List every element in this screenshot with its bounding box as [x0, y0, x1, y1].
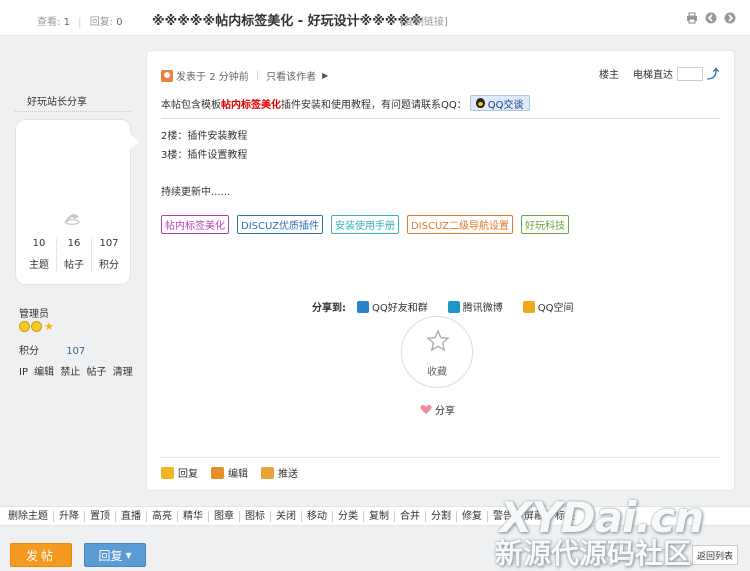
post-meta: 发表于 2 分钟前 | 只看该作者 ▶ [161, 68, 328, 83]
author-card: 10 主题 16 帖子 107 积分 [15, 119, 139, 285]
mod-classify[interactable]: 分类 [333, 510, 364, 522]
intro-highlight: 帖内标签美化 [221, 99, 281, 111]
floor-go-icon[interactable]: ⤴ [707, 65, 719, 82]
cleanup-link[interactable]: 清理 [113, 367, 133, 378]
edit-icon [211, 466, 224, 479]
watermark-text: 新源代源码社区 [495, 537, 692, 570]
thread-header: 查看: 1 | 回复: 0 ※※※※※帖内标签美化 - 好玩设计※※※※※ [复… [0, 0, 750, 36]
post-intro: 本帖包含模板 帖内标签美化 插件安装和使用教程，有问题请联系QQ： QQ交谈 [161, 95, 530, 111]
copy-link[interactable]: [复制链接] [400, 13, 448, 28]
next-thread-icon[interactable] [724, 12, 736, 24]
mod-delete-thread[interactable]: 删除主题 [8, 510, 54, 522]
back-to-list-button[interactable]: 返回列表 [692, 545, 738, 565]
floor-jump-label: 电梯直达 [632, 70, 673, 81]
mod-merge[interactable]: 合并 [395, 510, 426, 522]
reply-icon [161, 466, 174, 479]
user-icon [161, 69, 173, 82]
print-icon[interactable] [686, 12, 698, 24]
tag[interactable]: 安装使用手册 [330, 215, 399, 234]
edit-user-link[interactable]: 编辑 [34, 367, 54, 378]
qq-penguin-icon [475, 98, 485, 108]
tag[interactable]: DISCUZ优质插件 [237, 215, 323, 234]
post-card: 发表于 2 分钟前 | 只看该作者 ▶ 楼主 电梯直达 ⤴ 本帖包含模板 帖内标… [146, 50, 735, 491]
share-to: 分享到: QQ好友和群 腾讯微博 QQ空间 [312, 299, 594, 314]
mod-close[interactable]: 关闭 [271, 510, 302, 522]
qq-chat-button[interactable]: QQ交谈 [469, 95, 530, 111]
favorite-label: 收藏 [427, 367, 447, 378]
views-label: 查看: [37, 17, 61, 28]
share-tencent-weibo[interactable]: 腾讯微博 [447, 299, 503, 314]
floor-label: 楼主 [598, 70, 619, 81]
author-stat[interactable]: 10 主题 [22, 238, 57, 271]
tag[interactable]: DISCUZ二级导航设置 [406, 215, 513, 234]
post-actions: 回复 编辑 推送 [161, 465, 298, 480]
mod-icon[interactable]: 图标 [240, 510, 271, 522]
heart-icon [420, 404, 432, 414]
post-time: 2 分钟前 [209, 72, 249, 83]
edit-action[interactable]: 编辑 [211, 465, 248, 480]
smiley-medal-icon [19, 321, 30, 332]
user-posts-link[interactable]: 帖子 [87, 367, 107, 378]
mod-move[interactable]: 移动 [302, 510, 333, 522]
post-line: 3楼：插件设置教程 [161, 150, 248, 161]
post-body: 2楼：插件安装教程 3楼：插件设置教程 [161, 127, 247, 165]
author-column: 好玩站长分享 10 主题 16 帖子 107 积分 管理员 ★ 积分 107 I… [0, 36, 146, 496]
user-mod-links: IP 编辑 禁止 帖子 清理 [19, 363, 136, 378]
tag[interactable]: 帖内标签美化 [161, 215, 229, 234]
user-points: 积分 107 [19, 346, 86, 357]
caret-down-icon: ▾ [125, 548, 132, 562]
favorite-button[interactable]: 收藏 [401, 316, 473, 388]
push-action[interactable]: 推送 [261, 465, 298, 480]
smiley-medal-icon [31, 321, 42, 332]
author-stat[interactable]: 16 帖子 [57, 238, 92, 271]
avatar-placeholder-icon[interactable] [63, 211, 81, 228]
star-icon [426, 329, 450, 352]
share-qq-friends[interactable]: QQ好友和群 [357, 299, 428, 314]
author-name[interactable]: 好玩站长分享 [27, 93, 87, 108]
replies-count: 0 [116, 17, 123, 28]
play-arrow-icon: ▶ [322, 71, 329, 80]
share-button[interactable]: 分享 [420, 402, 455, 417]
thread-title: ※※※※※帖内标签美化 - 好玩设计※※※※※ [152, 14, 423, 29]
mod-bump[interactable]: 升降 [54, 510, 85, 522]
mod-digest[interactable]: 精华 [178, 510, 209, 522]
ban-user-link[interactable]: 禁止 [60, 367, 80, 378]
qzone-icon [522, 300, 535, 313]
floor-control: 楼主 电梯直达 ⤴ [599, 65, 719, 82]
tag[interactable]: 好玩科技 [520, 215, 569, 234]
mod-split[interactable]: 分割 [426, 510, 457, 522]
replies-label: 回复: [89, 17, 114, 28]
star-medal-icon: ★ [44, 320, 54, 333]
reply-action[interactable]: 回复 [161, 465, 198, 480]
mod-copy[interactable]: 复制 [364, 510, 395, 522]
post-continue: 持续更新中...... [161, 187, 231, 198]
only-author-link[interactable]: 只看该作者 [266, 68, 316, 83]
floor-number-input[interactable] [676, 66, 703, 81]
ip-link[interactable]: IP [19, 367, 28, 378]
user-role[interactable]: 管理员 [19, 305, 49, 320]
thread-stats: 查看: 1 | 回复: 0 [37, 17, 123, 28]
reply-button[interactable]: 回复 ▾ [84, 543, 146, 567]
mod-live[interactable]: 直播 [116, 510, 147, 522]
qq-icon [357, 300, 369, 313]
user-medals: ★ [19, 321, 54, 332]
views-count: 1 [63, 17, 70, 28]
mod-repair[interactable]: 修复 [457, 510, 488, 522]
author-counts: 10 主题 16 帖子 107 积分 [22, 238, 126, 271]
push-icon [261, 466, 274, 479]
mod-sticky[interactable]: 置顶 [85, 510, 116, 522]
prev-thread-icon[interactable] [705, 12, 717, 24]
post-line: 2楼：插件安装教程 [161, 131, 248, 142]
post-tags: 帖内标签美化 DISCUZ优质插件 安装使用手册 DISCUZ二级导航设置 好玩… [161, 215, 569, 234]
new-post-button[interactable]: 发帖 [10, 543, 72, 567]
share-qzone[interactable]: QQ空间 [522, 299, 574, 314]
mod-stamp[interactable]: 图章 [209, 510, 240, 522]
tencent-weibo-icon [447, 300, 460, 313]
author-stat[interactable]: 107 积分 [92, 238, 126, 271]
mod-highlight[interactable]: 高亮 [147, 510, 178, 522]
